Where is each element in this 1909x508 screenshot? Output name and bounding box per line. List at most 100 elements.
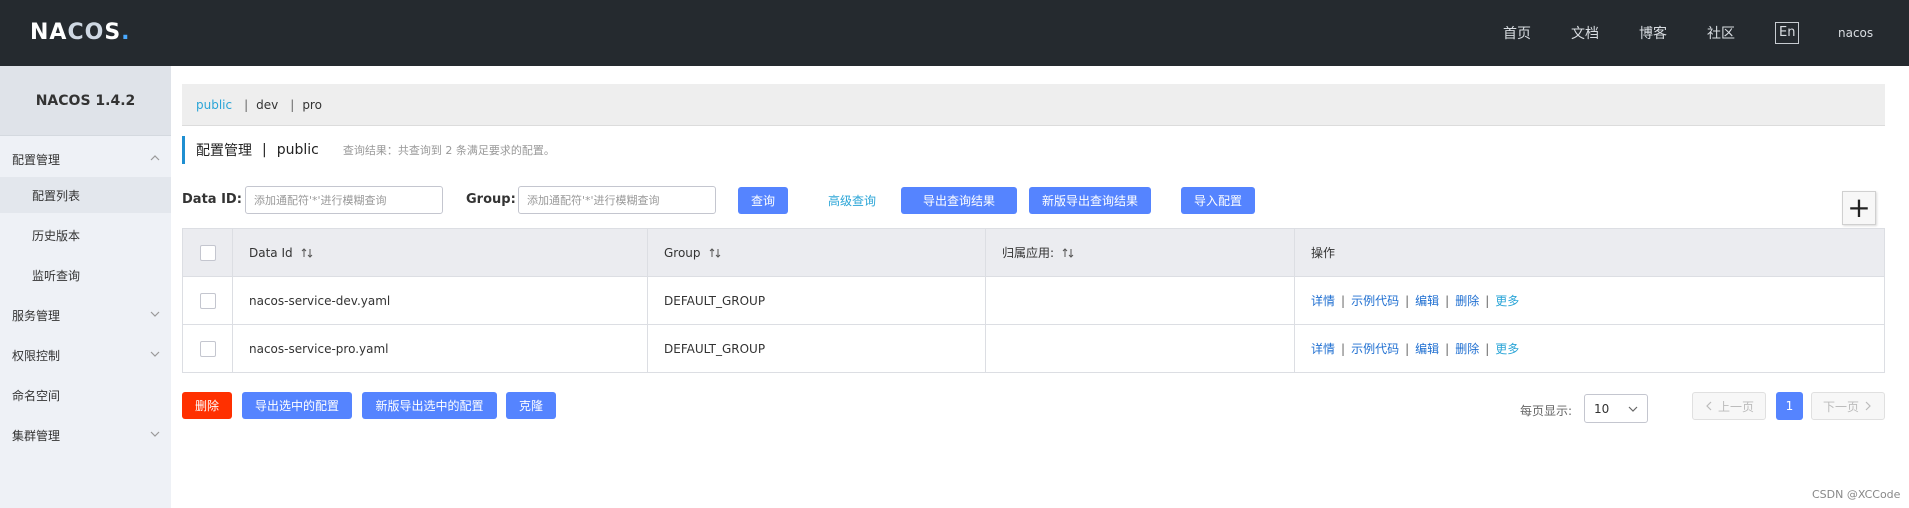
page-title-text: 配置管理 xyxy=(196,143,252,159)
page-title: 配置管理 | public 查询结果：共查询到 2 条满足要求的配置。 xyxy=(182,136,555,164)
header-operations: 操作 xyxy=(1295,229,1884,276)
op-separator: | xyxy=(1341,293,1346,308)
chevron-left-icon xyxy=(1706,401,1712,411)
op-separator: | xyxy=(1405,341,1410,356)
sidebar-item-label: 权限控制 xyxy=(12,348,61,363)
language-switch-button[interactable]: En xyxy=(1775,22,1800,44)
advanced-query-link[interactable]: 高级查询 xyxy=(828,192,876,209)
prev-page-label: 上一页 xyxy=(1717,399,1754,414)
header-data-id[interactable]: Data Id xyxy=(233,229,648,276)
new-export-selected-button[interactable]: 新版导出选中的配置 xyxy=(362,392,497,419)
sidebar-item-cluster-management[interactable]: 集群管理 xyxy=(0,417,171,453)
sort-icon[interactable] xyxy=(709,247,721,259)
logo-text-na: NA xyxy=(30,20,68,45)
nav-home[interactable]: 首页 xyxy=(1503,23,1531,43)
sidebar-item-label: 监听查询 xyxy=(32,268,81,283)
nav-community[interactable]: 社区 xyxy=(1707,23,1735,43)
new-export-results-button[interactable]: 新版导出查询结果 xyxy=(1029,187,1151,214)
detail-link[interactable]: 详情 xyxy=(1311,340,1335,357)
sidebar-item-history[interactable]: 历史版本 xyxy=(0,217,171,253)
nav-blog[interactable]: 博客 xyxy=(1639,23,1667,43)
op-separator: | xyxy=(1485,293,1490,308)
add-config-button[interactable]: + xyxy=(1842,191,1876,225)
next-page-label: 下一页 xyxy=(1822,399,1859,414)
sidebar-item-access-control[interactable]: 权限控制 xyxy=(0,337,171,373)
detail-link[interactable]: 详情 xyxy=(1311,292,1335,309)
namespace-dev[interactable]: dev xyxy=(256,98,278,112)
sidebar: NACOS 1.4.2 配置管理 配置列表 历史版本 监听查询 服务管理 权限控… xyxy=(0,66,171,508)
cell-operations: 详情 | 示例代码 | 编辑 | 删除 | 更多 xyxy=(1295,325,1884,372)
namespace-public[interactable]: public xyxy=(196,98,232,112)
page-size-select[interactable]: 10 xyxy=(1584,394,1648,423)
cell-data-id: nacos-service-pro.yaml xyxy=(233,325,648,372)
table-row: nacos-service-pro.yaml DEFAULT_GROUP 详情 |… xyxy=(183,325,1884,372)
chevron-up-icon xyxy=(150,155,160,161)
export-selected-button[interactable]: 导出选中的配置 xyxy=(242,392,352,419)
table-row: nacos-service-dev.yaml DEFAULT_GROUP 详情 |… xyxy=(183,277,1884,325)
delete-link[interactable]: 删除 xyxy=(1455,292,1479,309)
sidebar-item-label: 服务管理 xyxy=(12,308,61,323)
delete-link[interactable]: 删除 xyxy=(1455,340,1479,357)
op-separator: | xyxy=(1445,341,1450,356)
current-namespace: public xyxy=(276,142,319,158)
row-checkbox-cell xyxy=(183,277,233,324)
column-label: Data Id xyxy=(249,245,293,260)
header-app[interactable]: 归属应用: xyxy=(986,229,1295,276)
sort-icon[interactable] xyxy=(1062,247,1074,259)
logo-text-co: CO xyxy=(67,20,105,45)
namespace-pro[interactable]: pro xyxy=(302,98,322,112)
version-label: NACOS 1.4.2 xyxy=(35,92,136,109)
op-separator: | xyxy=(1485,341,1490,356)
sidebar-item-label: 历史版本 xyxy=(32,228,81,243)
header-checkbox-cell xyxy=(183,229,233,276)
cell-group: DEFAULT_GROUP xyxy=(648,325,986,372)
more-link[interactable]: 更多 xyxy=(1495,292,1519,309)
group-label: Group: xyxy=(466,192,516,207)
sidebar-version: NACOS 1.4.2 xyxy=(0,66,171,136)
prev-page-button[interactable]: 上一页 xyxy=(1692,392,1766,420)
data-id-input[interactable] xyxy=(245,186,443,214)
data-id-label: Data ID: xyxy=(182,192,242,207)
row-checkbox[interactable] xyxy=(199,292,216,309)
sample-code-link[interactable]: 示例代码 xyxy=(1351,292,1399,309)
chevron-right-icon xyxy=(1865,401,1871,411)
clone-button[interactable]: 克隆 xyxy=(506,392,556,419)
logo-text-s: S xyxy=(104,20,122,45)
query-button[interactable]: 查询 xyxy=(738,187,788,214)
edit-link[interactable]: 编辑 xyxy=(1415,292,1439,309)
chevron-down-icon xyxy=(150,431,160,437)
sample-code-link[interactable]: 示例代码 xyxy=(1351,340,1399,357)
next-page-button[interactable]: 下一页 xyxy=(1811,392,1885,420)
sidebar-item-label: 配置列表 xyxy=(32,188,81,203)
nacos-logo[interactable]: NACOS. xyxy=(30,20,131,45)
export-results-button[interactable]: 导出查询结果 xyxy=(901,187,1017,214)
column-label: 操作 xyxy=(1311,246,1336,260)
sidebar-item-listener-query[interactable]: 监听查询 xyxy=(0,257,171,293)
group-input[interactable] xyxy=(518,186,716,214)
header-group[interactable]: Group xyxy=(648,229,986,276)
query-result-hint: 查询结果：共查询到 2 条满足要求的配置。 xyxy=(342,144,555,157)
table-header: Data Id Group 归属应用: 操作 xyxy=(183,229,1884,277)
row-checkbox[interactable] xyxy=(199,340,216,357)
select-all-checkbox[interactable] xyxy=(199,244,216,261)
user-menu[interactable]: nacos xyxy=(1838,26,1873,40)
sidebar-item-config-management[interactable]: 配置管理 xyxy=(0,141,171,177)
sidebar-item-label: 命名空间 xyxy=(12,388,61,403)
op-separator: | xyxy=(1445,293,1450,308)
logo-text-dot: . xyxy=(121,20,131,45)
import-config-button[interactable]: 导入配置 xyxy=(1181,187,1255,214)
edit-link[interactable]: 编辑 xyxy=(1415,340,1439,357)
cell-app xyxy=(986,277,1295,324)
more-link[interactable]: 更多 xyxy=(1495,340,1519,357)
current-page[interactable]: 1 xyxy=(1776,392,1803,420)
nav-docs[interactable]: 文档 xyxy=(1571,23,1599,43)
sidebar-item-namespace[interactable]: 命名空间 xyxy=(0,377,171,413)
page-size-value: 10 xyxy=(1594,401,1610,416)
delete-selected-button[interactable]: 删除 xyxy=(182,392,232,419)
page-size-label: 每页显示: xyxy=(1520,404,1573,418)
sidebar-item-config-list[interactable]: 配置列表 xyxy=(0,177,171,213)
cell-operations: 详情 | 示例代码 | 编辑 | 删除 | 更多 xyxy=(1295,277,1884,324)
sort-icon[interactable] xyxy=(301,247,313,259)
title-separator: | xyxy=(262,142,267,158)
sidebar-item-service-management[interactable]: 服务管理 xyxy=(0,297,171,333)
